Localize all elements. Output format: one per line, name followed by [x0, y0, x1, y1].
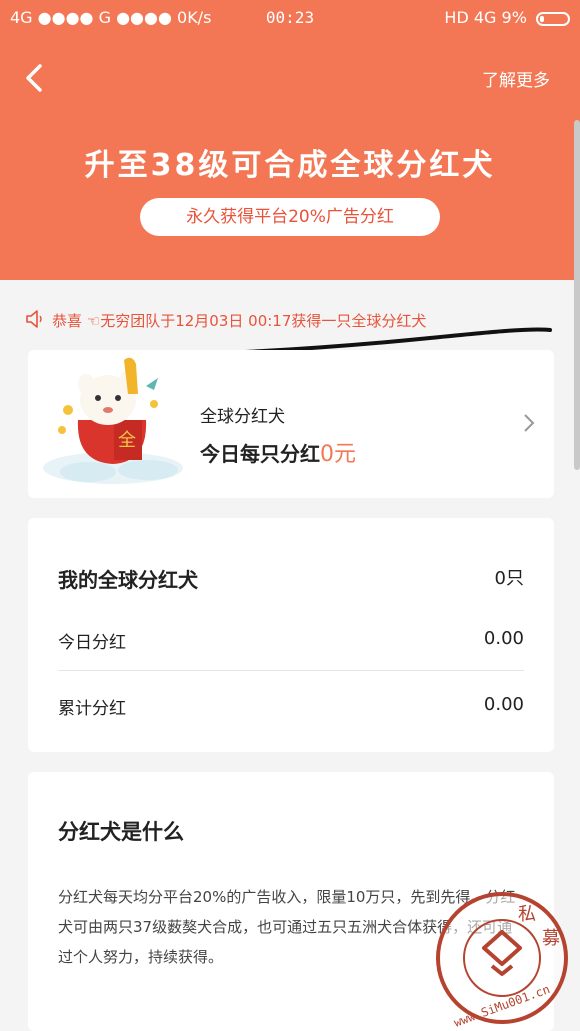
status-bar: 4G ●●●● G ●●●● 0K/s 00:23 HD 4G 9% — [0, 0, 580, 36]
today-dividend-row: 今日分红 0.00 — [58, 628, 524, 653]
status-right: HD 4G 9% — [444, 8, 570, 27]
svg-text:募: 募 — [542, 928, 560, 949]
page-title: 升至38级可合成全球分红犬 — [84, 148, 496, 183]
total-dividend-row: 累计分红 0.00 — [58, 694, 524, 719]
scrollbar[interactable] — [574, 120, 580, 470]
total-dividend-label: 累计分红 — [58, 699, 126, 719]
total-dividend-value: 0.00 — [483, 694, 524, 715]
today-dividend-value: 0.00 — [483, 628, 524, 649]
chevron-right-icon — [524, 414, 535, 432]
today-dividend-label: 今日分红 — [58, 633, 126, 653]
header-banner: 4G ●●●● G ●●●● 0K/s 00:23 HD 4G 9% 了解更多 … — [0, 0, 580, 280]
about-title: 分红犬是什么 — [58, 820, 184, 844]
my-dogs-title: 我的全球分红犬 — [58, 568, 198, 592]
back-button[interactable] — [20, 62, 48, 94]
svg-text:私: 私 — [518, 904, 536, 925]
speaker-icon — [26, 310, 42, 328]
daily-dividend-amount: 0 — [320, 442, 334, 467]
learn-more-link[interactable]: 了解更多 — [482, 66, 550, 91]
battery-icon — [536, 11, 570, 26]
mascot-illustration: 全 — [43, 357, 183, 484]
subtitle-pill: 永久获得平台20%广告分红 — [140, 198, 440, 236]
my-dogs-count: 0只 — [494, 568, 524, 589]
watermark-seal: 私 募 www.SiMu001.cn — [436, 892, 568, 1028]
daily-dividend-per-dog: 今日每只分红0元 — [200, 436, 356, 468]
my-dividend-dogs-card: 我的全球分红犬 0只 今日分红 0.00 累计分红 0.00 — [28, 518, 554, 752]
dividend-dog-label: 全球分红犬 — [200, 407, 285, 427]
back-icon — [26, 64, 42, 92]
status-right-text: HD 4G 9% — [444, 8, 527, 27]
svg-text:全: 全 — [118, 430, 136, 451]
global-dividend-dog-card[interactable]: 全 全球分红犬 今日每只分红0元 — [28, 350, 554, 498]
daily-dividend-prefix: 今日每只分红 — [200, 442, 320, 466]
daily-dividend-unit: 元 — [334, 442, 357, 467]
row-divider — [58, 670, 524, 671]
